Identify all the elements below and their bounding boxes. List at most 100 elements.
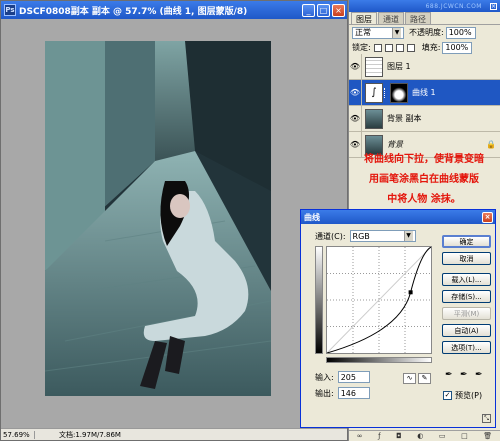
maximize-button[interactable]: □ bbox=[317, 3, 330, 17]
adjustment-layer-icon[interactable]: ◐ bbox=[417, 432, 423, 440]
curve-tools: ∿ ✎ bbox=[403, 373, 433, 384]
curve-graph[interactable] bbox=[326, 246, 432, 354]
opacity-label: 不透明度: bbox=[409, 28, 444, 37]
opacity-input[interactable]: 100% bbox=[445, 26, 476, 39]
layer-name: 图层 1 bbox=[387, 62, 411, 71]
eyedropper-group: ✒ ✒ ✒ bbox=[445, 370, 490, 380]
layer-thumbnail bbox=[365, 56, 383, 77]
preview-checkbox-row[interactable]: ✓ 预览(P) bbox=[443, 390, 482, 401]
annotation-line: 中将人物 涂抹。 bbox=[387, 194, 461, 205]
tab-layers[interactable]: 图层 bbox=[351, 12, 377, 24]
minimize-button[interactable]: _ bbox=[302, 3, 315, 17]
new-layer-icon[interactable]: □ bbox=[461, 432, 468, 440]
output-label: 输出: bbox=[315, 388, 334, 398]
layers-panel-header[interactable]: 688.JCWCN.COM × bbox=[349, 0, 500, 12]
link-icon[interactable]: ∞ bbox=[357, 432, 363, 440]
channel-label: 通道(C): bbox=[315, 231, 346, 241]
layers-bottom-toolbar: ∞ ƒ ◘ ◐ ▭ □ 🗑 bbox=[349, 430, 500, 441]
watermark-text: 688.JCWCN.COM bbox=[425, 2, 482, 10]
preview-checkbox[interactable]: ✓ bbox=[443, 391, 452, 400]
lock-all-icon[interactable] bbox=[406, 43, 415, 52]
layer-thumbnail bbox=[365, 108, 383, 129]
layer-row[interactable]: 👁 图层 1 bbox=[349, 53, 500, 80]
photoshop-icon: Ps bbox=[4, 4, 16, 16]
output-gradient-bar bbox=[315, 246, 323, 354]
input-row: 输入: 205 bbox=[315, 371, 370, 383]
panel-close-icon[interactable]: × bbox=[490, 2, 497, 10]
expand-icon[interactable]: ⤡ bbox=[482, 414, 491, 423]
lock-label: 锁定: bbox=[352, 43, 371, 52]
layer-row[interactable]: 👁 ∫ 曲线 1 bbox=[349, 79, 500, 106]
blend-mode-value: 正常 bbox=[355, 28, 371, 37]
curve-graph-area bbox=[315, 246, 433, 370]
mask-icon[interactable]: ◘ bbox=[396, 432, 402, 440]
curves-adjustment-icon: ∫ bbox=[365, 82, 383, 103]
curves-dialog: 曲线 × 通道(C): RGB ▼ 输入: 205 输出: 146 ∿ ✎ 确定… bbox=[300, 209, 496, 428]
channel-select[interactable]: RGB ▼ bbox=[349, 230, 416, 242]
document-size-info: 文档:1.97M/7.86M bbox=[59, 430, 121, 439]
annotation-line: 用画笔涂黑白在曲线蒙版 bbox=[369, 174, 479, 185]
layer-list: 👁 图层 1 👁 ∫ 曲线 1 👁 背景 副本 👁 背景 🔒 bbox=[349, 53, 500, 158]
folder-icon[interactable]: ▭ bbox=[439, 432, 446, 440]
alley-photo bbox=[45, 41, 271, 396]
layer-name: 背景 副本 bbox=[387, 114, 422, 123]
lock-icon: 🔒 bbox=[486, 140, 496, 149]
curve-point-tool-icon[interactable]: ∿ bbox=[403, 373, 416, 384]
pencil-tool-icon[interactable]: ✎ bbox=[418, 373, 431, 384]
fill-label: 填充: bbox=[421, 43, 441, 52]
document-titlebar[interactable]: Ps DSCF0808副本 副本 @ 57.7% (曲线 1, 图层蒙版/8) … bbox=[1, 1, 347, 19]
preview-label: 预览(P) bbox=[455, 391, 483, 400]
curves-titlebar[interactable]: 曲线 × bbox=[301, 210, 495, 224]
lock-position-icon[interactable] bbox=[395, 43, 404, 52]
tab-channels[interactable]: 通道 bbox=[378, 12, 404, 24]
layer-name: 背景 bbox=[387, 140, 403, 149]
options-button[interactable]: 选项(T)... bbox=[442, 341, 491, 354]
close-icon[interactable]: × bbox=[482, 211, 493, 223]
lock-pixels-icon[interactable] bbox=[384, 43, 393, 52]
channel-row: 通道(C): RGB ▼ bbox=[315, 230, 416, 242]
document-window: Ps DSCF0808副本 副本 @ 57.7% (曲线 1, 图层蒙版/8) … bbox=[0, 0, 348, 441]
tab-paths[interactable]: 路径 bbox=[405, 12, 431, 24]
trash-icon[interactable]: 🗑 bbox=[483, 432, 492, 440]
save-button[interactable]: 存储(S)... bbox=[442, 290, 491, 303]
white-eyedropper-icon[interactable]: ✒ bbox=[475, 370, 487, 380]
chevron-down-icon: ▼ bbox=[403, 231, 413, 241]
image-canvas[interactable] bbox=[45, 41, 271, 396]
document-title: DSCF0808副本 副本 @ 57.7% (曲线 1, 图层蒙版/8) bbox=[19, 6, 248, 17]
black-eyedropper-icon[interactable]: ✒ bbox=[445, 370, 457, 380]
blend-opacity-row: 正常 ▼ 不透明度: 100% bbox=[349, 25, 500, 40]
output-row: 输出: 146 bbox=[315, 387, 370, 399]
lock-transparency-icon[interactable] bbox=[373, 43, 382, 52]
layer-style-icon[interactable]: ƒ bbox=[378, 432, 380, 440]
curve-plot bbox=[326, 246, 432, 354]
dialog-title: 曲线 bbox=[304, 212, 320, 222]
input-gradient-bar[interactable] bbox=[326, 357, 432, 363]
ok-button[interactable]: 确定 bbox=[442, 235, 491, 248]
eye-icon[interactable]: 👁 bbox=[349, 79, 362, 106]
fill-input[interactable]: 100% bbox=[442, 41, 473, 54]
layer-row[interactable]: 👁 背景 副本 bbox=[349, 105, 500, 132]
eye-icon[interactable]: 👁 bbox=[349, 53, 362, 80]
input-label: 输入: bbox=[315, 372, 334, 382]
auto-button[interactable]: 自动(A) bbox=[442, 324, 491, 337]
cancel-button[interactable]: 取消 bbox=[442, 252, 491, 265]
layer-mask-thumbnail[interactable] bbox=[390, 82, 408, 103]
annotation-line: 将曲线向下拉，使背景变暗 bbox=[364, 154, 484, 165]
lock-fill-row: 锁定: 填充: 100% bbox=[349, 40, 500, 55]
close-button[interactable]: × bbox=[332, 3, 345, 17]
output-field[interactable]: 146 bbox=[337, 387, 370, 399]
dialog-buttons: 确定 取消 载入(L)... 存储(S)... 平滑(M) 自动(A) 选项(T… bbox=[442, 235, 491, 358]
layer-name: 曲线 1 bbox=[412, 88, 436, 97]
input-field[interactable]: 205 bbox=[337, 371, 370, 383]
load-button[interactable]: 载入(L)... bbox=[442, 273, 491, 286]
status-bar: 57.69% 文档:1.97M/7.86M bbox=[1, 428, 347, 440]
blend-mode-select[interactable]: 正常 ▼ bbox=[352, 26, 404, 39]
channel-value: RGB bbox=[352, 231, 370, 241]
gray-eyedropper-icon[interactable]: ✒ bbox=[460, 370, 472, 380]
zoom-level[interactable]: 57.69% bbox=[1, 430, 35, 439]
smooth-button[interactable]: 平滑(M) bbox=[442, 307, 491, 320]
curve-control-point[interactable] bbox=[408, 290, 413, 295]
panel-tabs: 图层 通道 路径 bbox=[349, 12, 500, 25]
eye-icon[interactable]: 👁 bbox=[349, 105, 362, 132]
chevron-down-icon: ▼ bbox=[392, 27, 401, 38]
